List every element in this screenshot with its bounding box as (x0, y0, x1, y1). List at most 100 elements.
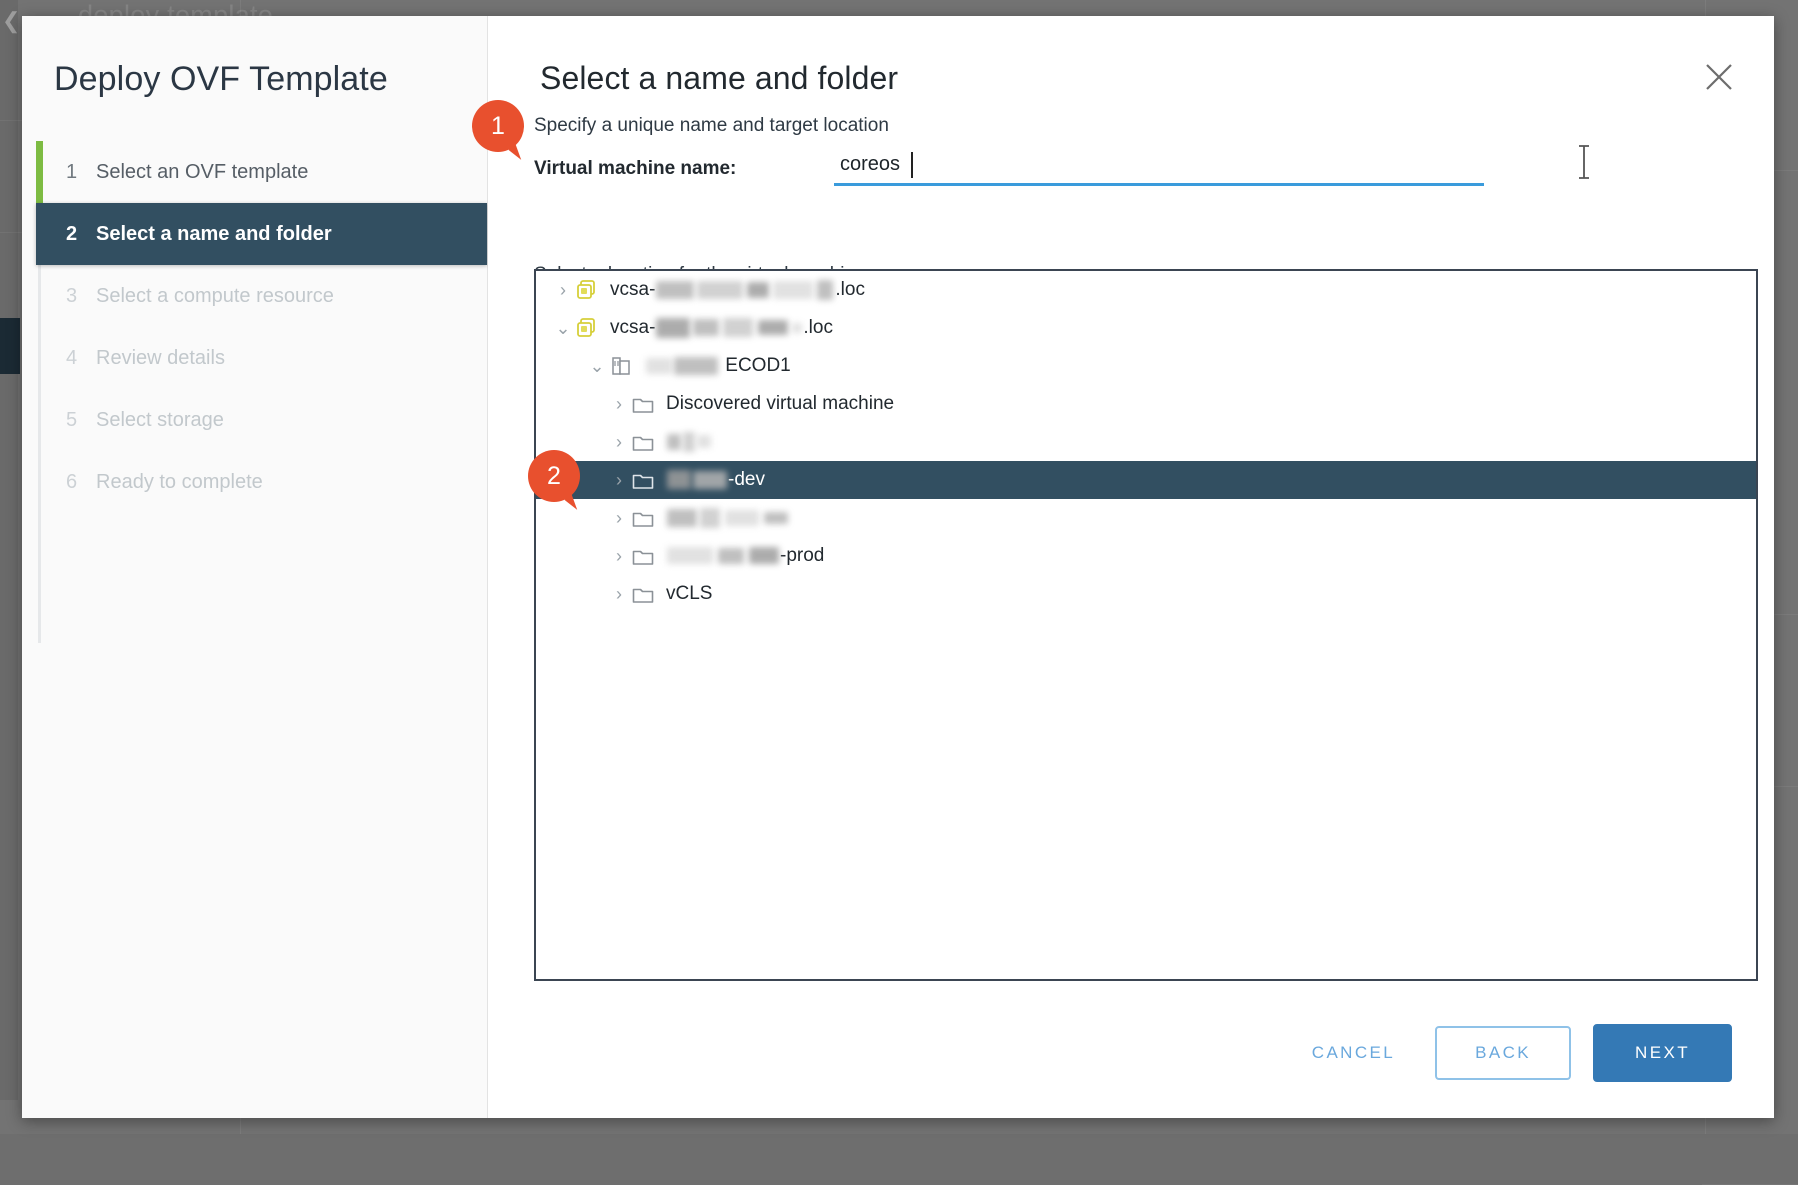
folder-icon (632, 547, 662, 566)
redacted-text (656, 318, 690, 338)
page-subtitle: Specify a unique name and target locatio… (488, 97, 1774, 137)
text-caret (911, 152, 913, 178)
chevron-right-icon[interactable]: › (606, 546, 632, 567)
tree-row-label: vcsa- .loc (606, 317, 833, 339)
wizard-step-2-number: 2 (66, 223, 96, 246)
folder-icon (632, 509, 662, 528)
tree-row[interactable]: › (536, 423, 1756, 461)
chevron-down-icon[interactable]: ⌄ (584, 356, 610, 377)
redacted-text (646, 358, 672, 374)
background-left-rail (0, 0, 18, 1100)
tree-row-label: Discovered virtual machine (662, 393, 894, 415)
tree-row-prefix: vcsa- (610, 279, 655, 300)
wizard-step-3-number: 3 (66, 285, 96, 308)
tree-row[interactable]: › -dev (536, 461, 1756, 499)
redacted-text (764, 512, 788, 524)
chevron-down-icon[interactable]: ⌄ (550, 318, 576, 339)
redacted-text (674, 357, 718, 375)
chevron-right-icon[interactable]: › (606, 508, 632, 529)
chevron-right-icon[interactable]: › (550, 280, 576, 301)
redacted-text (725, 510, 759, 526)
redacted-text (700, 508, 720, 528)
wizard-step-4-label: Review details (96, 347, 225, 370)
tree-row-suffix: -prod (780, 545, 824, 566)
callout-badge-2: 2 (528, 450, 580, 502)
redacted-text (773, 281, 813, 299)
tree-row-suffix: ECOD1 (725, 355, 790, 376)
wizard-step-1-number: 1 (66, 161, 96, 184)
tree-row-label (662, 431, 712, 453)
redacted-text (656, 281, 694, 299)
chevron-right-icon[interactable]: › (606, 394, 632, 415)
wizard-step-1[interactable]: 1 Select an OVF template (22, 141, 487, 203)
redacted-text (718, 548, 744, 564)
tree-row-label: -prod (662, 545, 824, 567)
wizard-step-5-label: Select storage (96, 409, 224, 432)
wizard-step-6-label: Ready to complete (96, 471, 263, 494)
tree-row[interactable]: › Discovered virtual machine (536, 385, 1756, 423)
cancel-button[interactable]: CANCEL (1294, 1031, 1413, 1075)
next-button[interactable]: NEXT (1593, 1024, 1732, 1082)
wizard-step-3[interactable]: 3 Select a compute resource (22, 265, 487, 327)
close-icon[interactable] (1702, 60, 1736, 94)
redacted-text (693, 471, 727, 489)
vm-name-input-wrap (834, 149, 1484, 186)
tree-row-label: vcsa- .loc (606, 279, 865, 301)
wizard-step-3-label: Select a compute resource (96, 285, 334, 308)
chevron-right-icon[interactable]: › (606, 584, 632, 605)
wizard-step-5[interactable]: 5 Select storage (22, 389, 487, 451)
redacted-text (697, 435, 711, 448)
wizard-step-6-number: 6 (66, 471, 96, 494)
wizard-step-2[interactable]: 2 Select a name and folder (36, 203, 487, 265)
wizard-step-5-number: 5 (66, 409, 96, 432)
tree-row[interactable]: ⌄ vcsa- .loc (536, 309, 1756, 347)
wizard-step-rail: Deploy OVF Template 1 Select an OVF temp… (22, 16, 488, 1118)
tree-row[interactable]: › (536, 499, 1756, 537)
tree-row[interactable]: ⌄ ECOD1 (536, 347, 1756, 385)
tree-row-suffix: -dev (728, 469, 765, 490)
redacted-text (749, 547, 779, 564)
folder-icon (632, 395, 662, 414)
callout-label: 1 (472, 100, 524, 152)
redacted-text (792, 323, 802, 333)
dialog-title: Deploy OVF Template (22, 16, 487, 99)
vm-name-label: Virtual machine name: (534, 158, 834, 186)
folder-icon (632, 471, 662, 490)
tree-row-suffix: .loc (835, 279, 865, 300)
tree-row-suffix: .loc (803, 317, 833, 338)
redacted-text (667, 509, 697, 527)
background-collapse-icon: ❮ (2, 8, 20, 34)
callout-badge-1: 1 (472, 100, 524, 152)
wizard-step-4-number: 4 (66, 347, 96, 370)
background-nav-highlight (0, 318, 20, 374)
back-button[interactable]: BACK (1435, 1026, 1571, 1080)
wizard-step-4[interactable]: 4 Review details (22, 327, 487, 389)
tree-row[interactable]: › vCLS (536, 575, 1756, 613)
redacted-text (683, 432, 695, 452)
wizard-step-6[interactable]: 6 Ready to complete (22, 451, 487, 513)
wizard-content-pane: Select a name and folder Specify a uniqu… (488, 16, 1774, 1118)
redacted-text (667, 547, 713, 564)
tree-row-prefix: vcsa- (610, 317, 655, 338)
tree-row-label (662, 507, 790, 529)
redacted-text (693, 319, 719, 336)
tree-row[interactable]: › vcsa- .loc (536, 271, 1756, 309)
vcenter-icon (576, 279, 606, 301)
page-title: Select a name and folder (488, 16, 1774, 97)
tree-row[interactable]: › -prod (536, 537, 1756, 575)
deploy-ovf-template-dialog: Deploy OVF Template 1 Select an OVF temp… (22, 16, 1774, 1118)
vm-name-row: Virtual machine name: (488, 137, 1774, 186)
redacted-text (667, 434, 681, 450)
vcenter-icon (576, 317, 606, 339)
datacenter-icon (610, 355, 640, 377)
wizard-step-1-label: Select an OVF template (96, 161, 308, 184)
vm-name-input[interactable] (834, 149, 1484, 186)
chevron-right-icon[interactable]: › (606, 470, 632, 491)
redacted-text (723, 318, 753, 337)
redacted-text (667, 470, 691, 489)
chevron-right-icon[interactable]: › (606, 432, 632, 453)
redacted-text (697, 281, 743, 299)
folder-tree: › vcsa- .loc ⌄ (534, 269, 1758, 981)
redacted-text (747, 282, 769, 298)
tree-row-label: ECOD1 (640, 355, 791, 377)
